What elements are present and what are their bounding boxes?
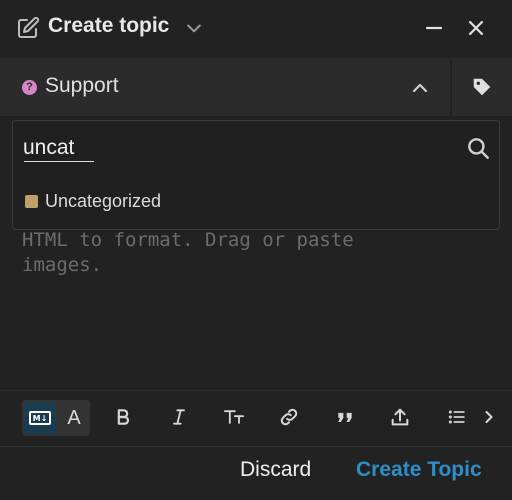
quote-icon [338,412,352,422]
chevron-down-icon[interactable] [184,18,204,38]
minimize-icon[interactable] [422,16,446,40]
text-size-icon [223,410,245,424]
markdown-icon: M↓ [29,411,51,425]
category-option[interactable]: Uncategorized [25,189,161,213]
quote-button[interactable] [328,400,362,434]
list-button[interactable] [440,400,474,434]
tag-icon [473,78,491,96]
editor-toolbar: M↓ A [0,398,512,438]
discard-button[interactable]: Discard [240,458,311,482]
upload-icon [391,408,409,426]
text-size-button[interactable] [217,400,251,434]
italic-button[interactable] [162,400,196,434]
category-dropdown: Uncategorized [12,120,500,230]
markdown-mode-button[interactable]: M↓ [24,402,56,434]
search-icon[interactable] [465,135,491,161]
editor-placeholder[interactable]: HTML to format. Drag or paste images. [22,228,462,278]
category-option-label: Uncategorized [45,190,162,211]
italic-icon [173,409,185,425]
bold-icon [117,409,129,425]
composer-title[interactable]: Create topic [48,14,169,38]
category-search-input[interactable] [23,131,453,165]
footer-divider [0,446,512,447]
chevron-right-icon [485,411,493,423]
upload-button[interactable] [383,400,417,434]
chevron-up-icon[interactable] [408,76,432,100]
rich-text-mode-button[interactable]: A [60,404,88,432]
create-topic-button[interactable]: Create Topic [356,458,482,482]
input-underline [24,161,94,162]
category-badge-icon: ? [22,80,37,95]
close-icon[interactable] [464,16,488,40]
toolbar-more-button[interactable] [474,400,504,434]
bold-button[interactable] [106,400,140,434]
category-color-swatch [25,194,38,208]
list-icon [448,410,465,424]
editor-mode-toggle: M↓ A [22,400,90,436]
edit-icon [18,16,40,38]
category-label: Support [45,74,119,97]
category-chooser[interactable]: ? Support [0,58,450,116]
composer-header: Create topic [0,0,512,56]
link-icon [280,408,298,426]
toolbar-divider [0,390,512,391]
tag-button[interactable] [452,58,512,116]
link-button[interactable] [272,400,306,434]
